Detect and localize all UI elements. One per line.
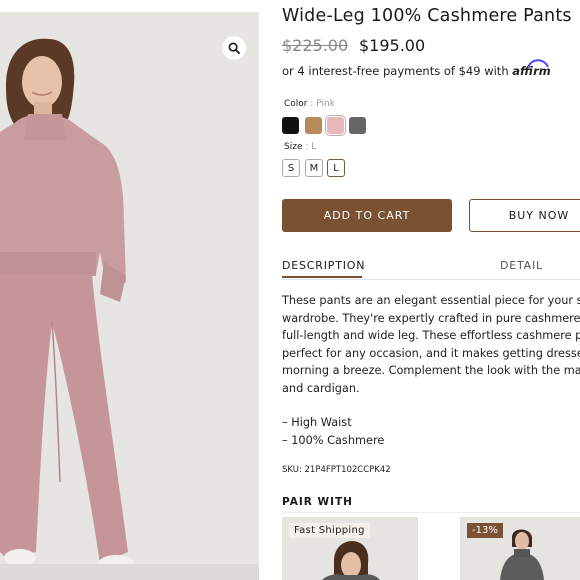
affirm-arc-icon [527, 59, 550, 68]
size-label: Size : L [284, 142, 316, 152]
feature-list: – High Waist – 100% Cashmere [282, 414, 384, 449]
zoom-button[interactable] [222, 36, 246, 60]
description-line: perfect for any occasion, and it makes g… [282, 346, 580, 360]
sale-price: $195.00 [359, 36, 426, 55]
size-l-button[interactable]: L [327, 159, 345, 177]
pair-card-2[interactable]: -13% [460, 517, 580, 580]
installments-text: or 4 interest-free payments of $49 with [282, 64, 509, 78]
description-line: full-length and wide leg. These effortle… [282, 329, 580, 343]
size-s-button[interactable]: S [282, 159, 300, 177]
size-m-button[interactable]: M [305, 159, 323, 177]
color-value: Pink [316, 99, 335, 109]
swatch-pink[interactable] [325, 115, 346, 136]
feature-item: – High Waist [282, 416, 352, 429]
magnifier-icon [228, 42, 240, 54]
tabs-divider [282, 279, 580, 280]
pair-card-1[interactable]: Fast Shipping [282, 517, 418, 580]
description-text: These pants are an elegant essential pie… [282, 292, 580, 398]
tab-description[interactable]: DESCRIPTION [282, 259, 365, 272]
fast-shipping-badge: Fast Shipping [289, 523, 370, 538]
product-info: Wide-Leg 100% Cashmere Pants $225.00 $19… [282, 0, 580, 580]
description-line: and cardigan. [282, 381, 360, 395]
pair-with-heading: PAIR WITH [282, 496, 353, 508]
swatch-camel[interactable] [305, 117, 322, 134]
swatch-gray[interactable] [349, 117, 366, 134]
model-photo [0, 12, 259, 580]
original-price: $225.00 [282, 36, 349, 55]
discount-badge: -13% [467, 523, 503, 538]
swatch-black[interactable] [282, 117, 299, 134]
description-line: wardrobe. They're expertly crafted in pu… [282, 311, 580, 325]
feature-item: – 100% Cashmere [282, 433, 385, 447]
affirm-logo[interactable]: affirm [512, 59, 551, 78]
installments-info: or 4 interest-free payments of $49 with … [282, 59, 551, 78]
sku-text: SKU: 21P4FPT102CCPK42 [282, 465, 391, 475]
description-line: These pants are an elegant essential pie… [282, 294, 580, 307]
description-line: morning a breeze. Complement the look wi… [282, 364, 580, 378]
color-separator: : [310, 99, 314, 109]
add-to-cart-button[interactable]: ADD TO CART [282, 199, 452, 232]
size-label-text: Size [284, 142, 303, 152]
tab-detail[interactable]: DETAIL [500, 259, 543, 272]
color-label-text: Color [284, 99, 308, 109]
product-image[interactable] [0, 12, 259, 580]
size-value: L [311, 142, 317, 152]
size-separator: : [305, 142, 309, 152]
buy-now-button[interactable]: BUY NOW [469, 199, 580, 232]
active-tab-indicator [282, 276, 362, 278]
color-label: Color : Pink [284, 99, 335, 109]
pair-with-divider [282, 512, 580, 513]
product-title: Wide-Leg 100% Cashmere Pants [282, 6, 572, 26]
